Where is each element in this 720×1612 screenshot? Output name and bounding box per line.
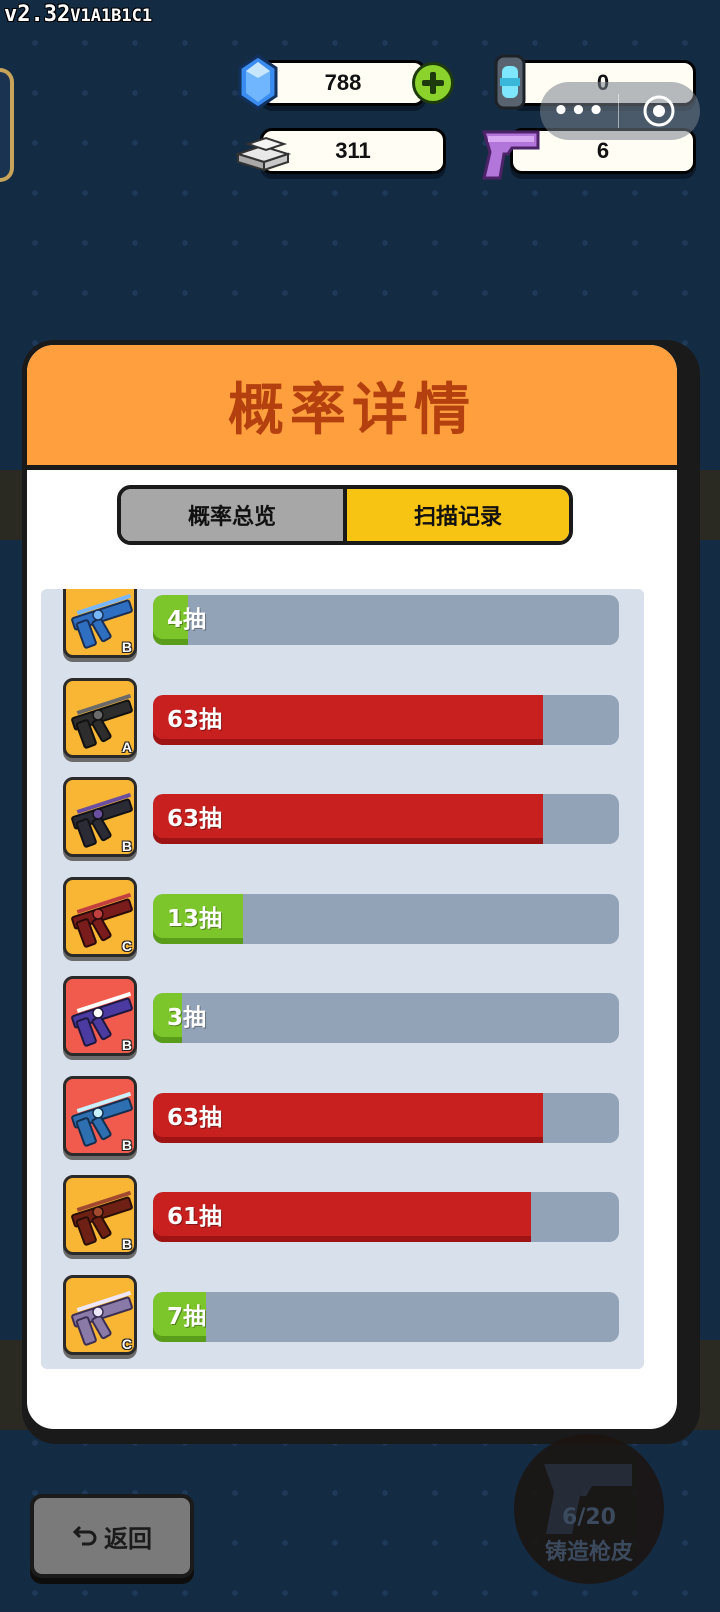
draw-count-label: 3抽	[167, 1005, 207, 1031]
draw-progress-bar: 3抽	[153, 993, 619, 1043]
scan-record-list[interactable]: B 4抽 A 63抽 B 63抽 C 13抽 B 3抽 B 63抽 B 61抽 C 7抽	[41, 589, 644, 1369]
draw-count-label: 4抽	[167, 607, 207, 633]
draw-progress-bar: 61抽	[153, 1192, 619, 1242]
record-row: C 13抽	[41, 876, 644, 986]
mini-program-capsule: •••	[540, 82, 700, 140]
record-row: B 63抽	[41, 1075, 644, 1185]
record-row: B 3抽	[41, 976, 644, 1085]
grade-badge: B	[121, 639, 132, 655]
silver-bar-icon	[232, 132, 294, 178]
silver-count: 311	[335, 138, 371, 163]
grade-badge: B	[121, 1136, 132, 1153]
pistol-count: 6	[596, 138, 610, 163]
grade-badge: A	[121, 738, 132, 755]
record-row: B 61抽	[41, 1175, 644, 1284]
version-label: v2.32V1A1B1C1	[4, 2, 153, 27]
record-row: B 4抽	[41, 589, 644, 687]
side-panel-tab[interactable]	[0, 68, 14, 182]
grade-badge: B	[121, 838, 132, 854]
grade-badge: C	[121, 1335, 132, 1352]
draw-progress-bar: 4抽	[153, 595, 619, 645]
draw-progress-bar: 13抽	[153, 893, 619, 944]
forge-count: 6/20	[562, 1505, 616, 1530]
modal-title: 概率详情	[228, 377, 476, 443]
draw-progress-bar: 7抽	[153, 1291, 619, 1342]
gem-counter: 788	[260, 60, 426, 106]
probability-modal: 概率详情 概率总览 扫描记录 B 4抽 A 63抽 B 63抽 C 13抽 B 3抽 B 63抽 B 61…	[22, 340, 682, 1434]
draw-progress-bar: 63抽	[153, 694, 619, 745]
modal-header: 概率详情	[27, 345, 677, 470]
draw-progress-bar: 63抽	[153, 1092, 619, 1143]
grade-badge: B	[121, 1236, 132, 1252]
back-button[interactable]: 返回	[30, 1494, 194, 1578]
draw-count-label: 13抽	[167, 905, 223, 932]
record-row: A 63抽	[41, 677, 644, 787]
gun-skin-card[interactable]: C	[63, 1274, 137, 1355]
draw-count-label: 63抽	[167, 706, 223, 733]
draw-count-label: 7抽	[167, 1303, 207, 1330]
target-icon[interactable]	[619, 94, 699, 128]
gun-skin-card[interactable]: B	[63, 976, 137, 1056]
tab-bar: 概率总览 扫描记录	[117, 485, 573, 545]
record-row: C 7抽	[41, 1274, 644, 1370]
plus-icon	[422, 72, 444, 94]
pistol-icon	[478, 124, 544, 186]
back-arrow-icon	[72, 1525, 97, 1546]
gun-skin-card[interactable]: B	[63, 589, 137, 658]
gun-skin-card[interactable]: A	[63, 677, 137, 758]
gun-skin-card[interactable]: B	[63, 1175, 137, 1255]
tab-overview[interactable]: 概率总览	[121, 489, 347, 541]
add-gems-button[interactable]	[412, 62, 454, 104]
gun-skin-card[interactable]: B	[63, 1075, 137, 1156]
draw-count-label: 63抽	[167, 1104, 223, 1131]
record-row: B 63抽	[41, 777, 644, 886]
back-label: 返回	[104, 1524, 152, 1553]
more-dots-icon[interactable]: •••	[540, 96, 618, 126]
grade-badge: B	[121, 1037, 132, 1053]
capsule-icon	[490, 52, 530, 116]
grade-badge: C	[121, 937, 132, 954]
draw-count-label: 61抽	[167, 1204, 223, 1230]
forge-label: 铸造枪皮	[544, 1540, 633, 1565]
gun-skin-card[interactable]: B	[63, 777, 137, 857]
tab-scan-records[interactable]: 扫描记录	[347, 489, 569, 541]
gem-icon	[236, 54, 280, 114]
draw-count-label: 63抽	[167, 806, 223, 832]
gem-count: 788	[324, 70, 362, 95]
gun-skin-card[interactable]: C	[63, 876, 137, 957]
draw-progress-bar: 63抽	[153, 794, 619, 844]
